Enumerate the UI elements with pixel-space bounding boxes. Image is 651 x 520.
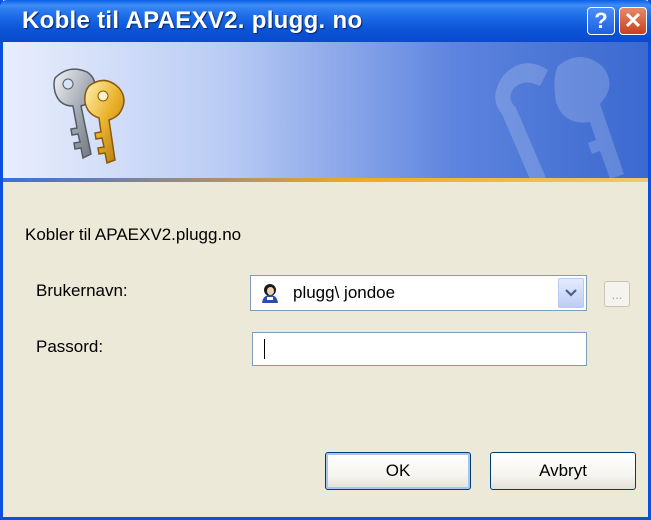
keys-watermark-icon [495,57,624,178]
dropdown-button[interactable] [558,278,584,308]
username-combobox[interactable]: plugg\ jondoe [250,275,587,311]
connect-text: Kobler til APAEXV2.plugg.no [25,225,242,244]
help-icon: ? [594,8,608,33]
text-caret [264,339,265,359]
user-icon [262,284,278,303]
cancel-label: Avbryt [539,461,587,480]
cancel-button[interactable]: Avbryt [490,452,636,490]
close-button[interactable]: ✕ [619,7,647,35]
password-field[interactable] [252,332,587,366]
keys-icon [53,68,125,165]
ok-label: OK [385,461,411,480]
username-label: Brukernavn: [36,281,128,300]
title-bar[interactable]: Koble til APAEXV2. plugg. no ? ✕ [0,0,651,42]
banner [3,42,648,178]
browse-label: ... [611,286,623,302]
password-label: Passord: [36,337,104,356]
username-value: plugg\ jondoe [293,283,396,302]
login-dialog: Koble til APAEXV2. plugg. no ? ✕ Kobler … [0,0,651,520]
help-button[interactable]: ? [587,7,615,35]
close-icon: ✕ [623,8,643,33]
chevron-down-icon [565,289,577,297]
browse-button[interactable]: ... [604,281,630,307]
window-title: Koble til APAEXV2. plugg. no [22,7,363,34]
dialog-body: Kobler til APAEXV2.plugg.no Brukernavn: … [3,182,648,517]
ok-button[interactable]: OK [325,452,471,490]
